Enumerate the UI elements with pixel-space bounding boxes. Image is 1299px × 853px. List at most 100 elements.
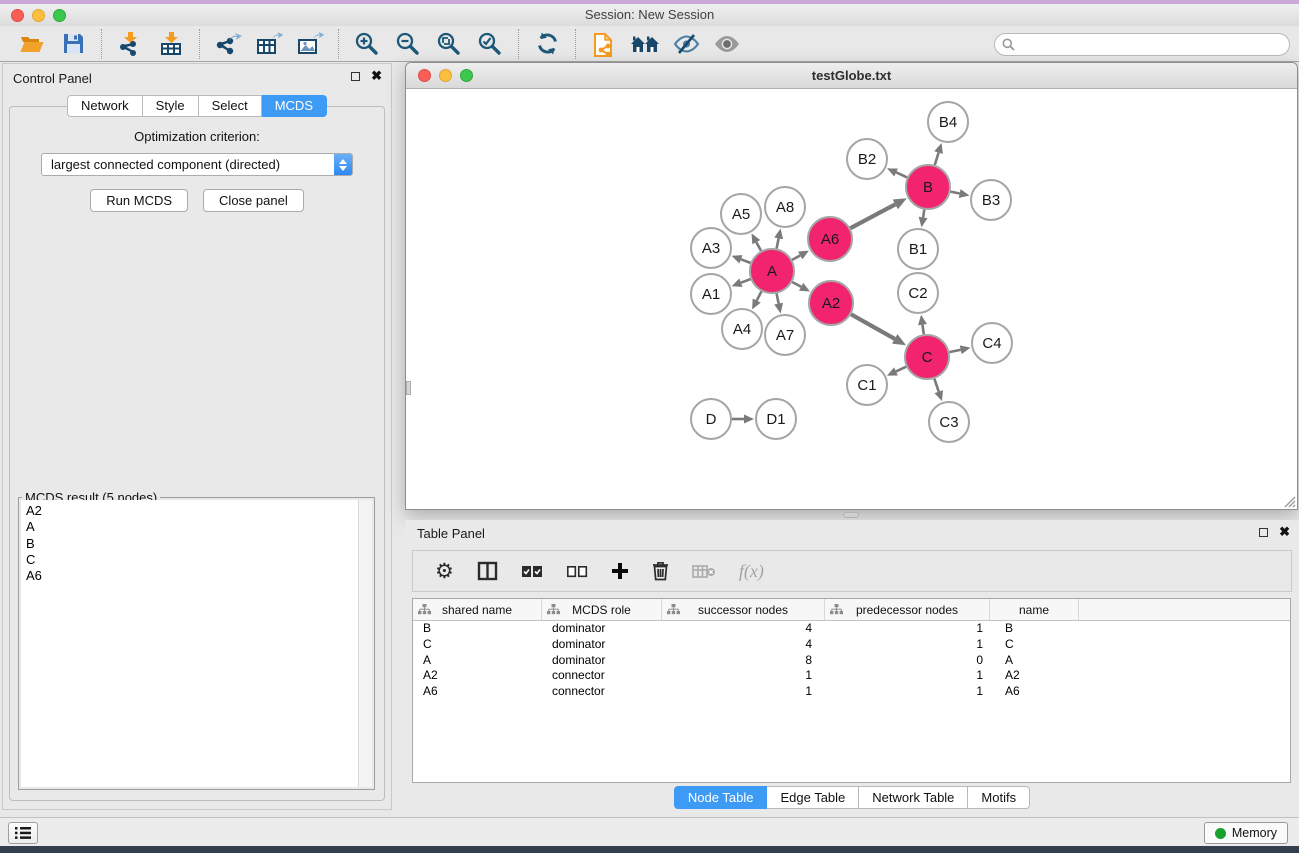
resize-grip-icon[interactable] [1282, 494, 1296, 508]
table-cell[interactable]: 4 [662, 637, 825, 653]
graph-edge-C-C1[interactable] [887, 367, 906, 376]
graph-node-A8[interactable]: A8 [765, 187, 805, 227]
export-table-button[interactable] [251, 29, 287, 59]
graph-node-D1[interactable]: D1 [756, 399, 796, 439]
show-columns-button[interactable] [477, 561, 498, 581]
table-cell[interactable]: dominator [542, 637, 662, 653]
column-header-MCDS-role[interactable]: MCDS role [542, 599, 662, 620]
close-panel-button[interactable]: Close panel [203, 189, 304, 212]
graph-edge-A-A8[interactable] [774, 229, 783, 249]
graph-edge-B-B4[interactable] [934, 143, 943, 165]
graph-edge-A2-C[interactable] [851, 314, 906, 345]
graph-edge-A-A4[interactable] [752, 291, 761, 309]
graph-edge-A-A6[interactable] [792, 251, 809, 260]
table-cell[interactable]: 4 [662, 621, 825, 637]
table-cell[interactable]: B [413, 621, 542, 637]
open-file-button[interactable] [14, 29, 50, 59]
table-row[interactable]: A2connector11A2 [413, 668, 1290, 684]
tab-edge-table[interactable]: Edge Table [767, 786, 859, 809]
task-history-button[interactable] [8, 822, 38, 844]
table-cell[interactable]: 1 [825, 637, 990, 653]
new-network-button[interactable] [586, 29, 622, 59]
graph-node-A5[interactable]: A5 [721, 194, 761, 234]
table-cell[interactable]: A2 [413, 668, 542, 684]
float-table-panel-icon[interactable] [1259, 528, 1268, 537]
table-cell[interactable]: A [990, 653, 1079, 669]
graph-node-B3[interactable]: B3 [971, 180, 1011, 220]
graph-node-A1[interactable]: A1 [691, 274, 731, 314]
graph-edge-A-A2[interactable] [792, 282, 810, 292]
column-header-name[interactable]: name [990, 599, 1079, 620]
graph-edge-C-C3[interactable] [934, 379, 943, 401]
search-input[interactable] [1020, 38, 1289, 52]
network-canvas[interactable]: B4B2BB3A8A5A6B1A3AA1C2A2A4A7C4CC1C3DD1 [406, 90, 1297, 509]
memory-button[interactable]: Memory [1204, 822, 1288, 844]
table-cell[interactable]: 1 [825, 621, 990, 637]
close-panel-icon[interactable]: ✖ [371, 71, 382, 81]
mcds-result-list[interactable]: A2ABCA6 [21, 500, 358, 787]
graph-edge-A-A5[interactable] [752, 233, 762, 250]
graph-node-A4[interactable]: A4 [722, 309, 762, 349]
zoom-selected-button[interactable] [472, 29, 508, 59]
graph-edge-C-C4[interactable] [949, 345, 970, 354]
network-zoom-button[interactable] [460, 69, 473, 82]
table-cell[interactable]: 1 [662, 684, 825, 700]
graph-node-C3[interactable]: C3 [929, 402, 969, 442]
graph-node-C[interactable]: C [905, 335, 949, 379]
mcds-result-item[interactable]: C [26, 552, 353, 568]
panel-divider-grip[interactable] [843, 512, 859, 518]
add-column-button[interactable] [611, 562, 629, 580]
graph-edge-A-A1[interactable] [732, 278, 751, 286]
table-cell[interactable]: C [413, 637, 542, 653]
search-field[interactable] [994, 33, 1290, 56]
table-cell[interactable]: A6 [413, 684, 542, 700]
graph-node-C1[interactable]: C1 [847, 365, 887, 405]
table-cell[interactable]: 0 [825, 653, 990, 669]
criterion-dropdown[interactable]: largest connected component (directed) [41, 153, 353, 176]
graph-edge-A6-B[interactable] [850, 198, 906, 228]
table-cell[interactable]: B [990, 621, 1079, 637]
table-settings-button[interactable]: ⚙ [435, 561, 454, 582]
float-panel-icon[interactable] [351, 72, 360, 81]
column-header-predecessor-nodes[interactable]: predecessor nodes [825, 599, 990, 620]
import-network-button[interactable] [112, 29, 148, 59]
graph-edge-C-C2[interactable] [918, 315, 927, 334]
hide-eye-button[interactable] [668, 29, 704, 59]
graph-node-C2[interactable]: C2 [898, 273, 938, 313]
import-table-button[interactable] [153, 29, 189, 59]
table-cell[interactable]: 1 [662, 668, 825, 684]
graph-edge-A-A3[interactable] [732, 255, 751, 263]
refresh-button[interactable] [529, 29, 565, 59]
save-session-button[interactable] [55, 29, 91, 59]
graph-node-B[interactable]: B [906, 165, 950, 209]
graph-node-A[interactable]: A [750, 249, 794, 293]
mcds-result-item[interactable]: A [26, 519, 353, 535]
graph-edge-B-B3[interactable] [951, 189, 970, 198]
graph-node-B2[interactable]: B2 [847, 139, 887, 179]
graph-node-B1[interactable]: B1 [898, 229, 938, 269]
table-cell[interactable]: dominator [542, 653, 662, 669]
tab-network[interactable]: Network [67, 95, 143, 117]
destroy-table-button[interactable] [692, 563, 716, 580]
mcds-result-item[interactable]: B [26, 536, 353, 552]
network-minimize-button[interactable] [439, 69, 452, 82]
export-image-button[interactable] [292, 29, 328, 59]
table-row[interactable]: Bdominator41B [413, 621, 1290, 637]
column-header-successor-nodes[interactable]: successor nodes [662, 599, 825, 620]
minimize-window-button[interactable] [32, 9, 45, 22]
graph-node-C4[interactable]: C4 [972, 323, 1012, 363]
graph-node-D[interactable]: D [691, 399, 731, 439]
unselect-all-button[interactable] [566, 565, 588, 578]
table-cell[interactable]: dominator [542, 621, 662, 637]
graph-node-A2[interactable]: A2 [809, 281, 853, 325]
mcds-result-item[interactable]: A2 [26, 503, 353, 519]
table-cell[interactable]: connector [542, 668, 662, 684]
close-window-button[interactable] [11, 9, 24, 22]
network-close-button[interactable] [418, 69, 431, 82]
table-cell[interactable]: A2 [990, 668, 1079, 684]
mcds-list-scrollbar[interactable] [358, 500, 372, 787]
table-cell[interactable]: C [990, 637, 1079, 653]
zoom-out-button[interactable] [390, 29, 426, 59]
table-row[interactable]: Cdominator41C [413, 637, 1290, 653]
function-builder-button[interactable]: f(x) [739, 561, 764, 582]
